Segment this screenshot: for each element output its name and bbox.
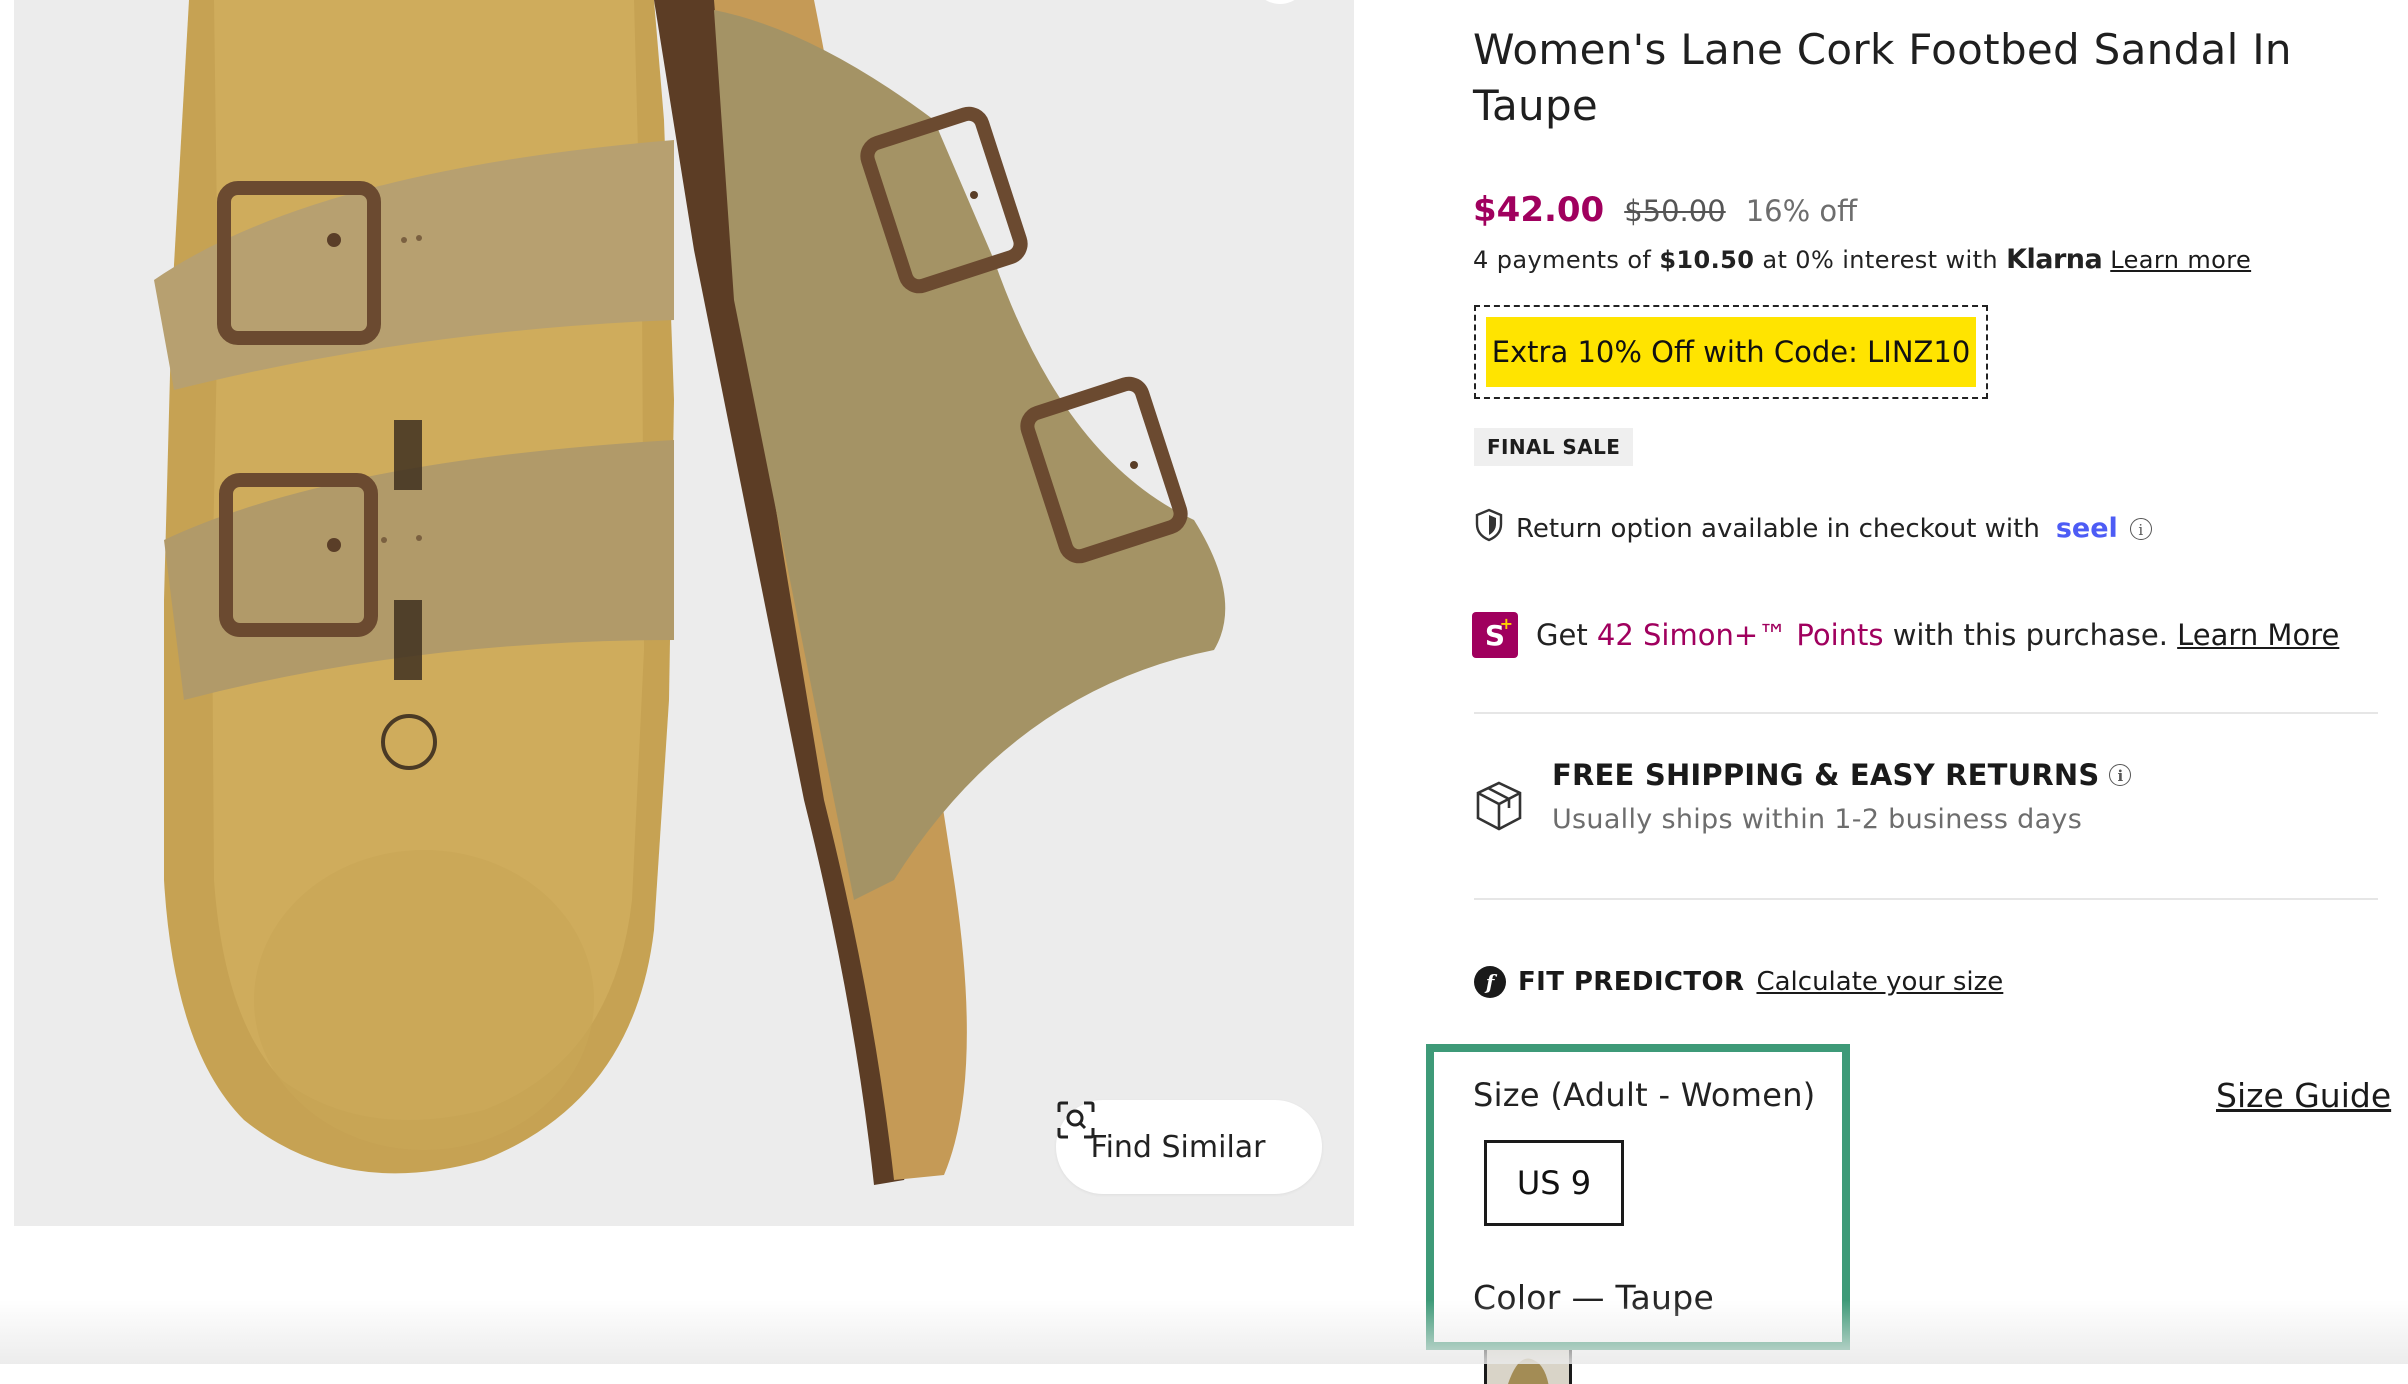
info-icon[interactable]: i bbox=[2129, 517, 2152, 540]
product-photo bbox=[14, 0, 1354, 1226]
find-similar-button[interactable]: Find Similar bbox=[1056, 1100, 1322, 1194]
return-option-text: Return option available in checkout with bbox=[1516, 513, 2040, 544]
simon-plus-icon: S + bbox=[1472, 612, 1518, 658]
promo-code-box: Extra 10% Off with Code: LINZ10 bbox=[1474, 305, 1988, 399]
shield-icon bbox=[1474, 508, 1504, 549]
fit-predictor-label: FIT PREDICTOR bbox=[1518, 967, 1745, 997]
swatch-thumbnail bbox=[1487, 1347, 1569, 1384]
promo-code-button[interactable]: Extra 10% Off with Code: LINZ10 bbox=[1486, 317, 1976, 387]
klarna-learn-more-link[interactable]: Learn more bbox=[2110, 246, 2251, 274]
seel-logo: seel bbox=[2055, 513, 2118, 544]
size-guide-link[interactable]: Size Guide bbox=[2216, 1076, 2391, 1115]
simon-points-row: S + Get 42 Simon+™ Points with this purch… bbox=[1472, 612, 2339, 658]
simon-prefix: Get bbox=[1536, 618, 1588, 652]
page-bottom-fade bbox=[0, 1300, 2408, 1364]
sale-price: $42.00 bbox=[1473, 190, 1605, 230]
klarna-installments: 4 payments of $10.50 at 0% interest with… bbox=[1473, 244, 2251, 275]
color-swatch-taupe[interactable] bbox=[1484, 1344, 1572, 1384]
divider bbox=[1474, 712, 2378, 714]
original-price: $50.00 bbox=[1624, 194, 1726, 228]
shipping-title: FREE SHIPPING & EASY RETURNS bbox=[1552, 758, 2100, 792]
discount-percent: 16% off bbox=[1745, 194, 1858, 228]
calculate-size-link[interactable]: Calculate your size bbox=[1756, 967, 2003, 997]
price-row: $42.00 $50.00 16% off bbox=[1473, 190, 1857, 230]
final-sale-badge: FINAL SALE bbox=[1474, 428, 1634, 466]
klarna-prefix: 4 payments of bbox=[1473, 246, 1652, 274]
shipping-info-icon[interactable]: i bbox=[2109, 764, 2132, 786]
shipping-subtitle: Usually ships within 1-2 business days bbox=[1552, 804, 2083, 835]
klarna-logo: Klarna bbox=[2006, 244, 2103, 275]
find-similar-label: Find Similar bbox=[1090, 1129, 1266, 1165]
simon-points-amount: 42 Simon+™ Points bbox=[1596, 618, 1884, 652]
fit-predictor-logo-icon: f bbox=[1474, 966, 1506, 998]
package-icon bbox=[1474, 780, 1524, 836]
fit-predictor-row: f FIT PREDICTOR Calculate your size bbox=[1474, 966, 2003, 998]
product-title: Women's Lane Cork Footbed Sandal In Taup… bbox=[1473, 25, 2292, 130]
simon-learn-more-link[interactable]: Learn More bbox=[2177, 618, 2339, 652]
return-option: Return option available in checkout with… bbox=[1474, 508, 2152, 549]
klarna-middle: at 0% interest with bbox=[1762, 246, 1999, 274]
klarna-amount: $10.50 bbox=[1659, 246, 1755, 274]
left-sandal-image bbox=[154, 0, 674, 1174]
simon-suffix: with this purchase. bbox=[1892, 618, 2168, 652]
shipping-info: FREE SHIPPING & EASY RETURNS i Usually s… bbox=[1474, 758, 2132, 836]
product-image-gallery[interactable]: Find Similar bbox=[14, 0, 1354, 1226]
selection-highlight bbox=[1426, 1044, 1850, 1350]
divider bbox=[1474, 898, 2378, 900]
